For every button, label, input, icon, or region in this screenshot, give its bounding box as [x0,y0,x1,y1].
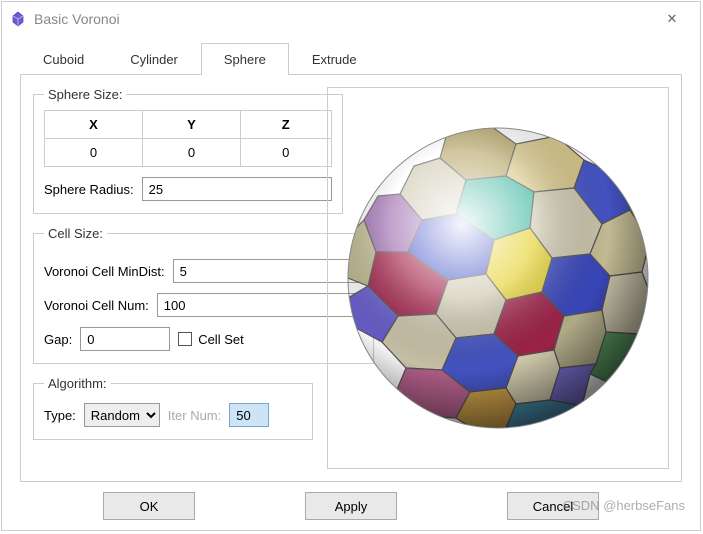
tab-extrude[interactable]: Extrude [289,43,380,75]
algorithm-group: Algorithm: Type: Random Iter Num: [33,376,313,440]
min-dist-label: Voronoi Cell MinDist: [44,264,165,279]
titlebar: Basic Voronoi ✕ [2,2,700,36]
iter-num-input[interactable] [229,403,269,427]
dialog-content: Cuboid Cylinder Sphere Extrude Sphere Si… [2,36,700,530]
settings-column: Sphere Size: X Y Z 0 0 0 [33,87,313,469]
tab-cuboid[interactable]: Cuboid [20,43,107,75]
cell-set-checkbox[interactable]: Cell Set [178,332,244,347]
voronoi-sphere-image [338,118,658,438]
table-row: X Y Z [45,111,332,139]
tab-sphere[interactable]: Sphere [201,43,289,75]
iter-num-label: Iter Num: [168,408,221,423]
sphere-radius-input[interactable] [142,177,332,201]
cancel-button[interactable]: Cancel [507,492,599,520]
cell-set-label: Cell Set [198,332,244,347]
apply-button[interactable]: Apply [305,492,397,520]
table-row: 0 0 0 [45,139,332,167]
sphere-center-table: X Y Z 0 0 0 [44,110,332,167]
gap-label: Gap: [44,332,72,347]
close-icon: ✕ [667,11,678,26]
tab-cylinder[interactable]: Cylinder [107,43,201,75]
col-z: Z [240,111,331,139]
app-voronoi-icon [10,11,26,27]
tab-panel-sphere: Sphere Size: X Y Z 0 0 0 [20,74,682,482]
value-z[interactable]: 0 [240,139,331,167]
window-title: Basic Voronoi [34,11,652,27]
voronoi-preview[interactable] [327,87,669,469]
dialog-buttons: OK Apply Cancel [20,482,682,526]
tab-strip: Cuboid Cylinder Sphere Extrude [20,42,682,74]
type-label: Type: [44,408,76,423]
gap-input[interactable] [80,327,170,351]
close-button[interactable]: ✕ [652,10,692,28]
col-x: X [45,111,143,139]
ok-button[interactable]: OK [103,492,195,520]
sphere-size-group: Sphere Size: X Y Z 0 0 0 [33,87,343,214]
col-y: Y [142,111,240,139]
sphere-size-legend: Sphere Size: [44,87,126,102]
basic-voronoi-dialog: Basic Voronoi ✕ Cuboid Cylinder Sphere E… [1,1,701,531]
type-select[interactable]: Random [84,403,160,427]
cell-num-label: Voronoi Cell Num: [44,298,149,313]
cell-size-group: Cell Size: Voronoi Cell MinDist: Voronoi… [33,226,374,364]
checkbox-icon [178,332,192,346]
value-x[interactable]: 0 [45,139,143,167]
sphere-radius-label: Sphere Radius: [44,182,134,197]
algorithm-legend: Algorithm: [44,376,111,391]
cell-size-legend: Cell Size: [44,226,107,241]
value-y[interactable]: 0 [142,139,240,167]
